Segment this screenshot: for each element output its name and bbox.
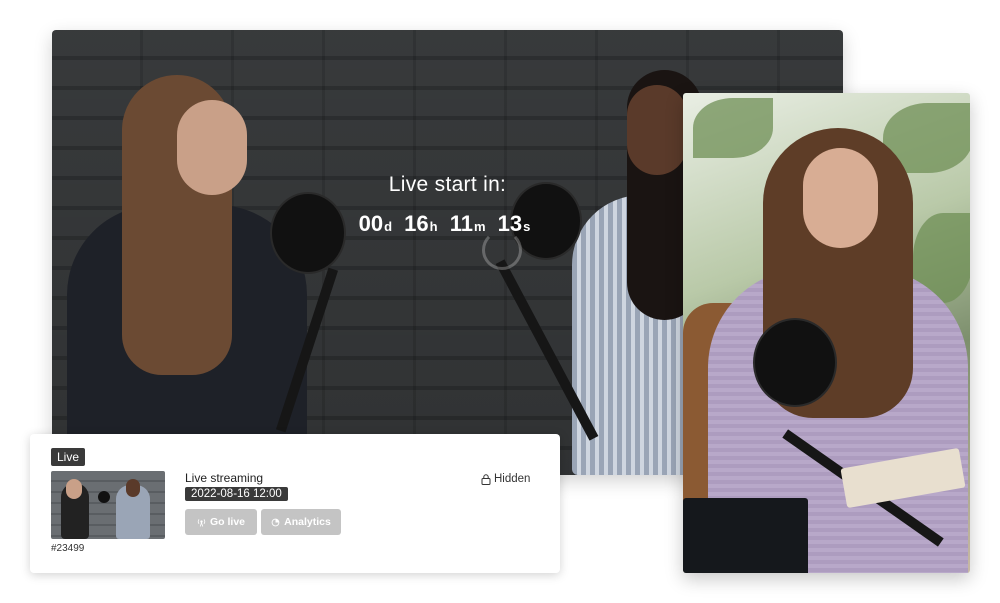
visibility-label: Hidden [494,473,531,485]
countdown-seconds-unit: s [523,219,531,234]
thumb-microphone-icon [98,491,110,503]
live-badge: Live [51,448,86,466]
analytics-label: Analytics [284,516,331,528]
countdown-days-unit: d [384,219,393,234]
analytics-icon [271,518,280,526]
visibility-status[interactable]: Hidden [481,473,530,485]
stream-title: Live streaming [185,471,264,485]
countdown-hours: 16 [404,211,429,236]
lock-icon [481,473,491,485]
thumb-host-right-face [126,479,140,497]
presenter-photo [683,93,970,573]
go-live-label: Go live [209,516,245,528]
presenter-microphone-icon [753,318,837,407]
countdown-minutes-unit: m [473,219,486,234]
host-right-face [627,85,687,175]
plant-leaf [693,98,773,158]
countdown-minutes: 11 [449,211,473,236]
analytics-button[interactable]: Analytics [261,509,341,535]
stream-thumbnail[interactable] [51,471,165,539]
stream-id: #23499 [51,543,85,554]
broadcast-icon [197,518,206,527]
presenter-face [803,148,878,248]
stream-card: Live Live streaming 2022-08-16 12:00 Go … [30,434,560,573]
thumb-host-left-face [66,479,82,499]
countdown-hours-unit: h [429,219,438,234]
countdown-days: 00 [358,211,384,236]
stream-date: 2022-08-16 12:00 [185,487,288,501]
go-live-button[interactable]: Go live [185,509,257,535]
laptop [683,498,808,573]
countdown-seconds: 13 [497,211,523,236]
